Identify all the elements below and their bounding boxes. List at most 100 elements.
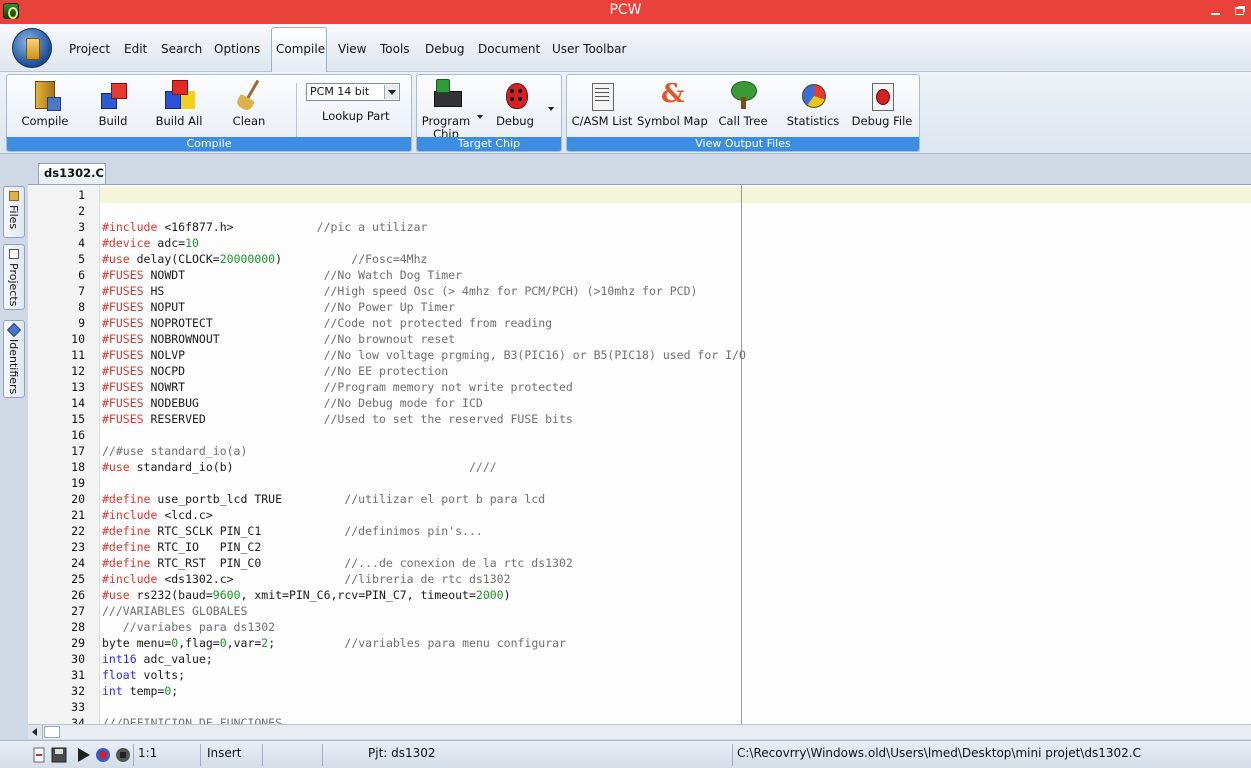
code-token: NOPROTECT [150, 316, 324, 330]
code-line[interactable]: #define RTC_IO PIN_C2 [102, 539, 261, 555]
restore-button[interactable] [1229, 2, 1249, 20]
code-line[interactable]: byte menu=0,flag=0,var=2; //variables pa… [102, 635, 566, 651]
code-line[interactable]: #FUSES NOPUT //No Power Up Timer [102, 299, 455, 315]
record-button[interactable] [94, 746, 112, 764]
build-all-button-label: Build All [155, 114, 203, 128]
compile-button[interactable]: Compile [15, 79, 75, 128]
application-orb-button[interactable] [12, 28, 52, 68]
line-number: 33 [71, 700, 85, 714]
code-line[interactable]: #include <ds1302.c> //libreria de rtc ds… [102, 571, 511, 587]
side-tab-identifiers[interactable]: Identifiers [3, 320, 25, 398]
status-divider [732, 744, 733, 766]
code-line[interactable]: #define RTC_RST PIN_C0 //...de conexion … [102, 555, 573, 571]
side-tab-files[interactable]: Files [3, 186, 25, 238]
code-line[interactable]: int temp=0; [102, 683, 178, 699]
code-line[interactable]: #FUSES NOBROWNOUT //No brownout reset [102, 331, 455, 347]
line-number: 16 [71, 428, 85, 442]
code-area[interactable]: #include <16f877.h> //pic a utilizar #dev… [100, 185, 1251, 724]
code-line[interactable]: ///VARIABLES GLOBALES [102, 603, 247, 619]
code-line[interactable]: float volts; [102, 667, 185, 683]
menu-user-toolbar[interactable]: User Toolbar [552, 42, 626, 56]
scroll-left-arrow-icon[interactable] [28, 725, 43, 739]
program-chip-dropdown-icon[interactable] [477, 115, 483, 119]
code-line[interactable]: #FUSES RESERVED //Used to set the reserv… [102, 411, 573, 427]
code-line[interactable]: #FUSES NODEBUG //No Debug mode for ICD [102, 395, 483, 411]
code-line[interactable]: //#use standard_io(a) [102, 443, 247, 459]
chip-family-select[interactable]: PCM 14 bit [306, 83, 400, 101]
code-line[interactable]: #use standard_io(b) //// [102, 459, 497, 475]
code-line[interactable]: #FUSES NOCPD //No EE protection [102, 363, 448, 379]
side-tab-projects[interactable]: Projects [3, 244, 25, 310]
scrollbar-thumb[interactable] [44, 726, 60, 738]
symbol-map-button[interactable]: Symbol Map [637, 79, 708, 128]
code-token: //No brownout reset [323, 332, 456, 346]
menu-project[interactable]: Project [69, 42, 110, 56]
code-line[interactable]: ///DEFINICION DE FUNCIONES [102, 715, 282, 724]
chevron-down-icon[interactable] [384, 85, 398, 99]
debug-file-button[interactable]: Debug File [851, 79, 913, 128]
lookup-part-button[interactable]: Lookup Part [322, 109, 390, 123]
save-status-button[interactable] [50, 746, 68, 764]
menu-debug[interactable]: Debug [425, 42, 464, 56]
line-number: 20 [71, 492, 85, 506]
program-chip-button[interactable]: Program Chip [421, 79, 471, 141]
code-line[interactable]: #FUSES NOLVP //No low voltage prgming, B… [102, 347, 746, 363]
c-asm-list-button[interactable]: C/ASM List [571, 79, 633, 128]
code-token: NOLVP [150, 348, 324, 362]
statistics-button[interactable]: Statistics [783, 79, 843, 128]
code-token: //Used to set the reserved FUSE bits [323, 412, 573, 426]
debug-file-label: Debug File [851, 114, 913, 128]
menu-options[interactable]: Options [214, 42, 260, 56]
folder-icon [9, 191, 19, 201]
code-token: #use [102, 460, 137, 474]
code-line[interactable]: #use delay(CLOCK=20000000) //Fosc=4Mhz [102, 251, 427, 267]
minimize-button[interactable] [1205, 2, 1225, 20]
code-token: 20000000 [219, 252, 276, 266]
build-button[interactable]: Build [85, 79, 141, 128]
run-button[interactable] [74, 746, 92, 764]
new-file-status-button[interactable] [30, 746, 48, 764]
build-all-button[interactable]: Build All [151, 79, 207, 128]
code-token: ,var= [226, 636, 262, 650]
code-line[interactable]: #define use_portb_lcd TRUE //utilizar el… [102, 491, 545, 507]
code-editor[interactable]: 1 2 3 4 5 6 7 8 9 10 11 12 13 14 15 16 17 18 19 20 21 22 23 24 2… [28, 184, 1251, 724]
code-line[interactable]: #FUSES NOWRT //Program memory not write … [102, 379, 573, 395]
debug-dropdown-icon[interactable] [548, 107, 554, 111]
statistics-label: Statistics [786, 114, 840, 128]
code-token: , xmit=PIN_C6,rcv=PIN_C7, timeout= [240, 588, 476, 602]
code-line[interactable]: #FUSES NOPROTECT //Code not protected fr… [102, 315, 552, 331]
debug-button[interactable]: Debug [493, 79, 537, 128]
line-number: 10 [71, 332, 85, 346]
menu-document[interactable]: Document [478, 42, 540, 56]
code-line[interactable]: #FUSES HS //High speed Osc (> 4mhz for P… [102, 283, 697, 299]
code-token: NOBROWNOUT [150, 332, 324, 346]
line-number: 18 [71, 460, 85, 474]
code-line[interactable]: int16 adc_value; [102, 651, 213, 667]
code-token: RTC_SCLK PIN_C1 [157, 524, 345, 538]
code-line[interactable]: #include <16f877.h> //pic a utilizar [102, 219, 427, 235]
line-number: 2 [78, 204, 85, 218]
line-number: 30 [71, 652, 85, 666]
tab-ds1302-c[interactable]: ds1302.C [38, 163, 106, 184]
line-number: 22 [71, 524, 85, 538]
code-line[interactable]: #use rs232(baud=9600, xmit=PIN_C6,rcv=PI… [102, 587, 511, 603]
right-margin-guide [741, 185, 742, 724]
call-tree-button[interactable]: Call Tree [713, 79, 773, 128]
code-line[interactable]: #device adc=10 [102, 235, 199, 251]
bug-icon [499, 79, 531, 113]
stop-button[interactable] [114, 746, 132, 764]
horizontal-scrollbar[interactable] [28, 724, 1251, 739]
code-line[interactable]: //variabes para ds1302 [102, 619, 275, 635]
code-line[interactable]: #define RTC_SCLK PIN_C1 //definimos pin'… [102, 523, 483, 539]
code-line[interactable]: #include <lcd.c> [102, 507, 213, 523]
target-chip-group: Program Chip Debug Target Chip [416, 74, 562, 152]
menu-view[interactable]: View [338, 42, 366, 56]
menu-edit[interactable]: Edit [124, 42, 147, 56]
target-chip-group-label: Target Chip [417, 137, 561, 151]
code-line[interactable]: #FUSES NOWDT //No Watch Dog Timer [102, 267, 462, 283]
line-number: 12 [71, 364, 85, 378]
menu-tools[interactable]: Tools [380, 42, 410, 56]
clean-button[interactable]: Clean [223, 79, 275, 128]
menu-search[interactable]: Search [161, 42, 202, 56]
menu-compile[interactable]: Compile [276, 42, 325, 56]
